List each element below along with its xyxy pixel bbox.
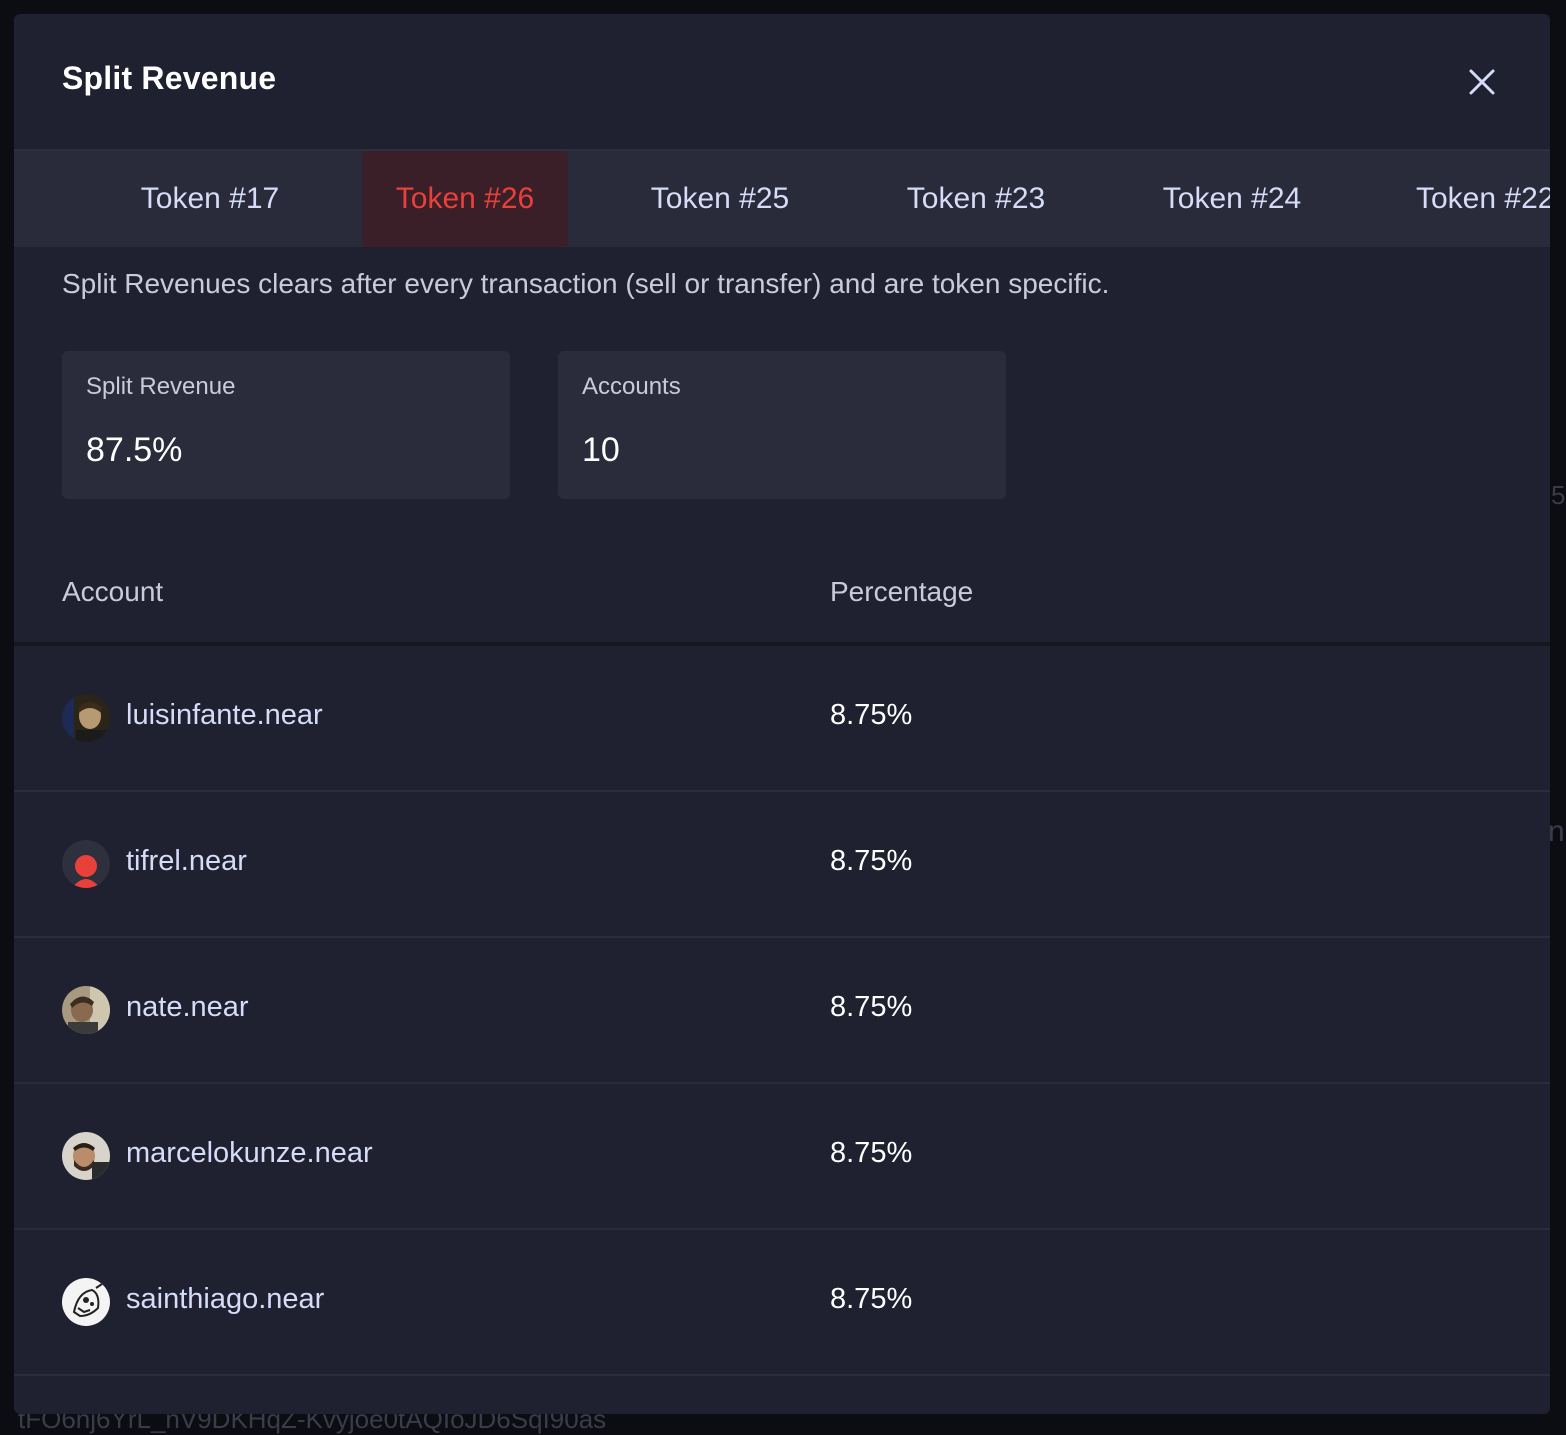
account-link[interactable]: tifrel.near — [126, 845, 247, 878]
table-row: nate.near 8.75% — [14, 938, 1550, 1084]
percentage-value: 8.75% — [830, 1283, 913, 1315]
percentage-value: 8.75% — [830, 991, 913, 1023]
tab-token-22[interactable]: Token #22 — [1388, 151, 1550, 247]
avatar[interactable] — [62, 986, 110, 1034]
account-link[interactable]: marcelokunze.near — [126, 1137, 373, 1170]
split-revenue-description: Split Revenues clears after every transa… — [62, 268, 1110, 299]
split-revenue-card: Split Revenue 87.5% — [62, 351, 510, 499]
close-icon — [1469, 69, 1495, 95]
avatar[interactable] — [62, 694, 110, 742]
percentage-value: 8.75% — [830, 1137, 913, 1169]
percentage-column-header: Percentage — [830, 576, 974, 607]
percentage-value: 8.75% — [830, 845, 913, 877]
split-revenue-value: 87.5% — [86, 431, 183, 469]
account-column-header: Account — [62, 576, 164, 607]
avatar[interactable] — [62, 1132, 110, 1180]
tab-token-23[interactable]: Token #23 — [876, 151, 1076, 247]
tab-token-25[interactable]: Token #25 — [620, 151, 820, 247]
accounts-table-body: luisinfante.near 8.75% tifrel.near 8.75% — [14, 646, 1550, 1376]
table-header: Account Percentage — [14, 554, 1550, 646]
avatar[interactable] — [62, 1278, 110, 1326]
accounts-value: 10 — [582, 431, 620, 469]
tab-token-26[interactable]: Token #26 — [362, 151, 568, 247]
tab-token-24[interactable]: Token #24 — [1132, 151, 1332, 247]
modal-title: Split Revenue — [62, 60, 277, 96]
account-link[interactable]: sainthiago.near — [126, 1283, 324, 1316]
modal-header: Split Revenue — [14, 14, 1550, 151]
close-button[interactable] — [1462, 62, 1502, 102]
percentage-value: 8.75% — [830, 699, 913, 731]
account-link[interactable]: nate.near — [126, 991, 249, 1024]
table-row: sainthiago.near 8.75% — [14, 1230, 1550, 1376]
account-link[interactable]: luisinfante.near — [126, 699, 323, 732]
table-row: tifrel.near 8.75% — [14, 792, 1550, 938]
split-revenue-label: Split Revenue — [86, 373, 236, 400]
tab-token-17[interactable]: Token #17 — [110, 151, 310, 247]
token-tabs: Token #17 Token #26 Token #25 Token #23 … — [14, 151, 1550, 247]
table-row: marcelokunze.near 8.75% — [14, 1084, 1550, 1230]
background-fragment: n — [1548, 815, 1565, 848]
accounts-card: Accounts 10 — [558, 351, 1006, 499]
avatar[interactable] — [62, 840, 110, 888]
split-revenue-modal: Split Revenue Token #17 Token #26 Token … — [14, 14, 1550, 1414]
background-fragment: 5 — [1551, 480, 1566, 510]
accounts-label: Accounts — [582, 373, 681, 400]
table-row: luisinfante.near 8.75% — [14, 646, 1550, 792]
